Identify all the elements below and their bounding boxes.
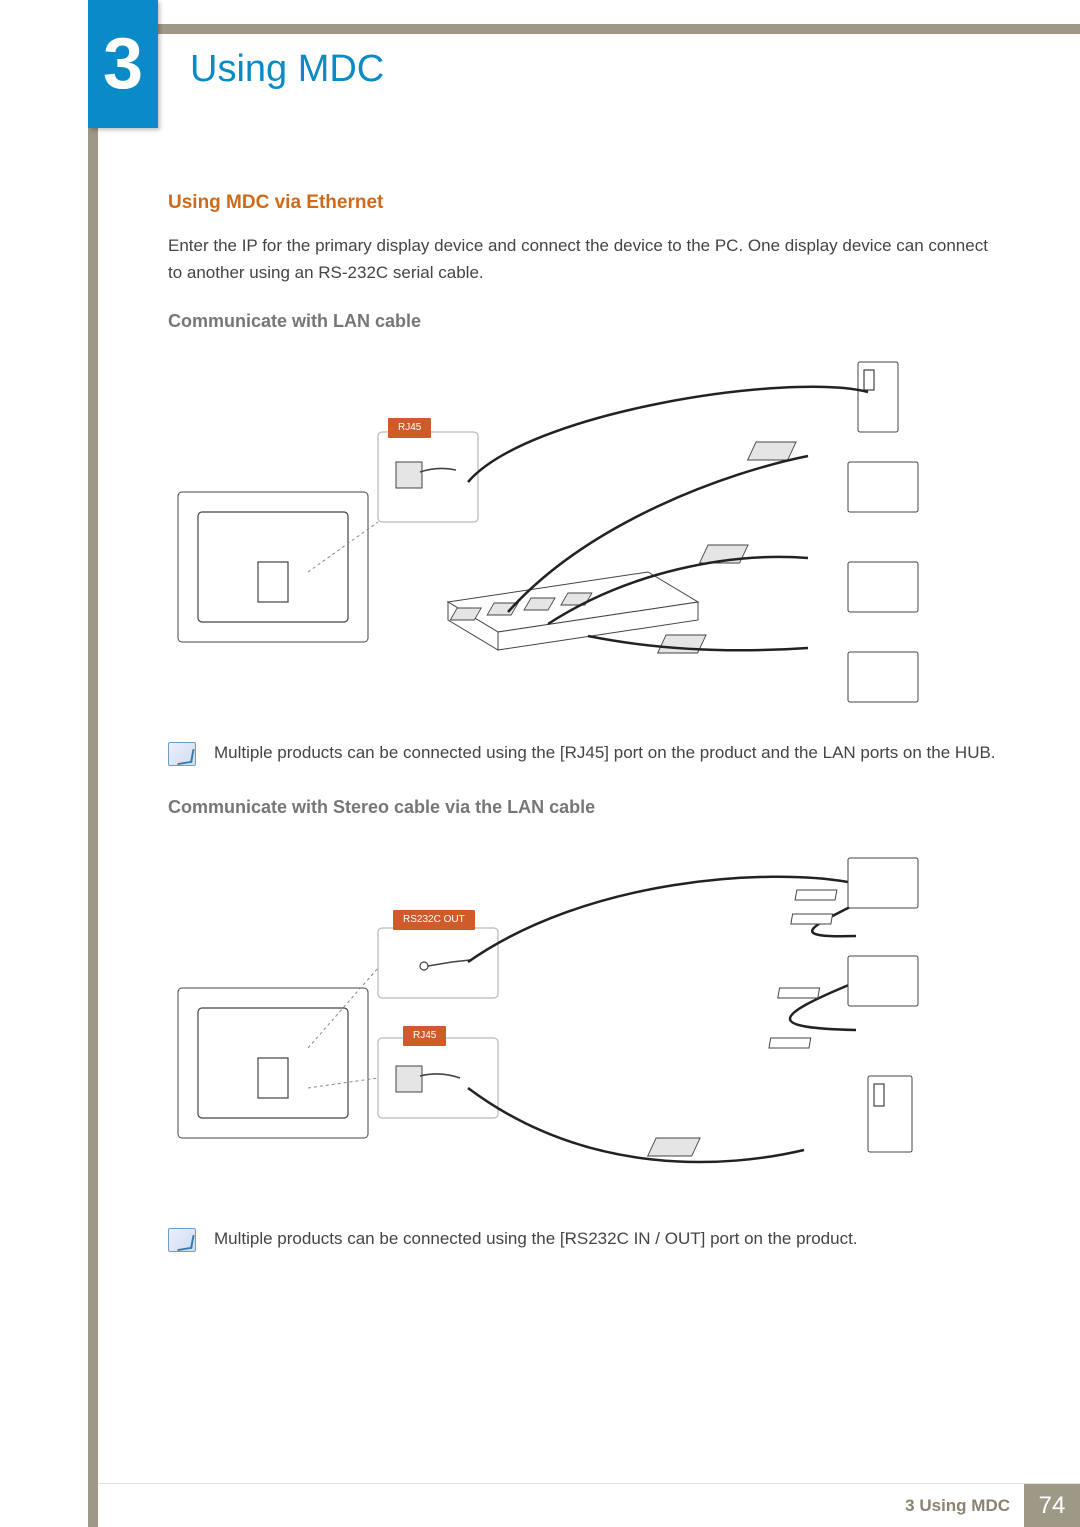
note-2-text: Multiple products can be connected using… xyxy=(214,1226,1002,1252)
diagram-stereo-lan: RS232C OUT RJ45 xyxy=(168,838,928,1208)
subsection-2-heading: Communicate with Stereo cable via the LA… xyxy=(168,794,1002,822)
page: 3 Using MDC Using MDC via Ethernet Enter… xyxy=(0,0,1080,1527)
chapter-title: Using MDC xyxy=(190,48,384,91)
footer-page-number: 74 xyxy=(1024,1484,1080,1527)
port-label-rj45: RJ45 xyxy=(388,418,431,438)
note-2: Multiple products can be connected using… xyxy=(168,1226,1002,1252)
section-heading: Using MDC via Ethernet xyxy=(168,188,1002,217)
subsection-1-heading: Communicate with LAN cable xyxy=(168,308,1002,336)
side-accent-bar xyxy=(88,0,98,1527)
page-footer: 3 Using MDC 74 xyxy=(98,1483,1080,1527)
chapter-number: 3 xyxy=(103,23,143,105)
diagram-lan-cable: RJ45 xyxy=(168,352,928,722)
footer-label: 3 Using MDC xyxy=(891,1484,1024,1527)
chapter-number-badge: 3 xyxy=(88,0,158,128)
top-accent-bar xyxy=(96,24,1080,34)
note-icon xyxy=(168,742,196,766)
diagram-stereo-svg xyxy=(168,838,928,1208)
note-icon xyxy=(168,1228,196,1252)
content-area: Using MDC via Ethernet Enter the IP for … xyxy=(168,188,1002,1281)
note-1-text: Multiple products can be connected using… xyxy=(214,740,1002,766)
diagram-lan-svg xyxy=(168,352,928,722)
section-intro: Enter the IP for the primary display dev… xyxy=(168,233,1002,286)
port-label-rs232c-out: RS232C OUT xyxy=(393,910,475,930)
note-1: Multiple products can be connected using… xyxy=(168,740,1002,766)
port-label-rj45-2: RJ45 xyxy=(403,1026,446,1046)
